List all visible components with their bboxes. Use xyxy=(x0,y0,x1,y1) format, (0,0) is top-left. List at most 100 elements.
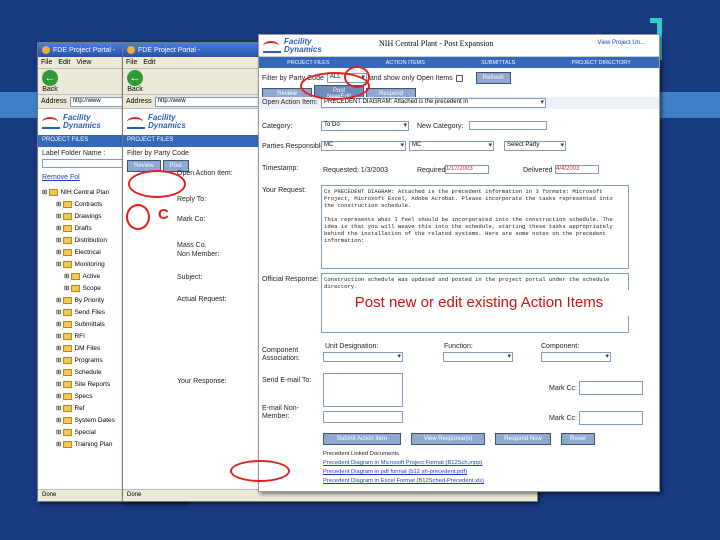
expand-icon[interactable]: ⊞ xyxy=(56,380,61,388)
linked-documents-label: Precedent Linked Documents xyxy=(323,451,400,457)
menu-edit[interactable]: Edit xyxy=(143,59,155,66)
expand-icon[interactable]: ⊞ xyxy=(56,368,61,376)
page-title: NIH Central Plant - Post Expansion xyxy=(379,39,494,48)
folder-icon xyxy=(63,320,73,328)
expand-icon[interactable]: ⊞ xyxy=(56,308,61,316)
open-item-label: Open Action Item: xyxy=(262,99,318,106)
tree-item-label: Drawings xyxy=(74,212,102,220)
component-association-label: Component Association: xyxy=(262,347,300,362)
nav-project-directory[interactable]: PROJECT DIRECTORY xyxy=(572,60,631,66)
back-button[interactable]: ← Back xyxy=(42,70,58,93)
logo-text-2: Dynamics xyxy=(63,121,101,130)
delivered-label: Delivered xyxy=(523,167,553,174)
component-label: Component: xyxy=(541,343,580,350)
link-pdf-format[interactable]: Precedent Diagram in pdf format (b12 sh-… xyxy=(323,469,643,478)
request-textarea[interactable]: Cx PRECEDENT DIAGRAM: Attached is the pr… xyxy=(321,185,629,269)
action-buttons: Submit Action Item View Response(s) Resp… xyxy=(323,433,595,445)
open-items-checkbox[interactable] xyxy=(455,74,463,82)
expand-icon[interactable]: ⊞ xyxy=(56,356,61,364)
back-label: Back xyxy=(127,86,143,93)
expand-icon[interactable]: ⊞ xyxy=(56,392,61,400)
expand-icon[interactable]: ⊞ xyxy=(56,320,61,328)
expand-icon[interactable]: ⊞ xyxy=(42,188,47,196)
window-title: FDE Project Portal - xyxy=(53,46,116,54)
tree-item-label: By Priority xyxy=(74,296,105,304)
submit-action-item-button[interactable]: Submit Action Item xyxy=(323,433,401,445)
component-select[interactable] xyxy=(541,352,611,362)
tree-item-label: Training Plan xyxy=(74,440,113,448)
tree-item-label: Active xyxy=(82,272,101,280)
mark-cc-input[interactable] xyxy=(579,381,643,395)
refresh-button[interactable]: Refresh xyxy=(475,72,511,84)
folder-icon xyxy=(49,188,59,196)
expand-icon[interactable]: ⊞ xyxy=(56,296,61,304)
view-responses-button[interactable]: View Response(s) xyxy=(411,433,485,445)
folder-icon xyxy=(63,224,73,232)
function-label: Function: xyxy=(444,343,473,350)
request-label: Your Request: xyxy=(262,187,307,194)
form-label: Actual Request: xyxy=(177,296,227,303)
view-project-link[interactable]: View Project Un... xyxy=(597,40,645,46)
expand-icon[interactable]: ⊞ xyxy=(56,248,61,256)
expand-icon[interactable]: ⊞ xyxy=(56,416,61,424)
mark-cc2-input[interactable] xyxy=(579,411,643,425)
folder-icon xyxy=(63,344,73,352)
menu-edit[interactable]: Edit xyxy=(58,59,70,66)
browser-window-3[interactable]: Facility Dynamics NIH Central Plant - Pos… xyxy=(258,34,660,492)
highlight-circle-bottom xyxy=(230,460,290,482)
menu-file[interactable]: File xyxy=(126,59,137,66)
address-label: Address xyxy=(126,98,152,105)
expand-icon[interactable]: ⊞ xyxy=(64,284,69,292)
delivered-date-input[interactable]: 4/4/2003 xyxy=(555,165,599,174)
party-select-3[interactable]: Select Party xyxy=(504,141,566,151)
nav-submittals[interactable]: SUBMITTALS xyxy=(481,60,515,66)
category-select[interactable]: To Do xyxy=(321,121,409,131)
link-excel-format[interactable]: Precedent Diagram in Excel Format (B12Sc… xyxy=(323,478,643,487)
menu-file[interactable]: File xyxy=(41,59,52,66)
required-label: Required xyxy=(417,167,446,174)
email-recipients-list[interactable] xyxy=(323,373,403,407)
party-select-2[interactable]: MC xyxy=(409,141,494,151)
expand-icon[interactable]: ⊞ xyxy=(56,332,61,340)
mark-cc-label: Mark Cc: xyxy=(549,385,577,392)
logo-swoosh-icon xyxy=(263,39,281,53)
email-non-member-input[interactable] xyxy=(323,411,403,423)
expand-icon[interactable]: ⊞ xyxy=(56,440,61,448)
logo-text-2: Dynamics xyxy=(284,44,322,54)
expand-icon[interactable]: ⊞ xyxy=(56,200,61,208)
reset-button[interactable]: Reset xyxy=(561,433,595,445)
open-items-label: and show only Open Items xyxy=(369,74,453,82)
back-button[interactable]: ← Back xyxy=(127,70,143,93)
unit-select[interactable] xyxy=(323,352,403,362)
new-category-input[interactable] xyxy=(469,121,547,130)
form-label: Open Action Item: xyxy=(177,170,233,177)
open-item-select[interactable]: PRECEDENT DIAGRAM: Attached is the prece… xyxy=(321,98,546,108)
expand-icon[interactable]: ⊞ xyxy=(56,236,61,244)
filter-row: Filter by Party Code ALL and show only O… xyxy=(262,72,511,84)
expand-icon[interactable]: ⊞ xyxy=(56,212,61,220)
send-email-label: Send E-mail To: xyxy=(262,377,312,384)
expand-icon[interactable]: ⊞ xyxy=(64,272,69,280)
required-date-input[interactable]: 1/17/2003 xyxy=(445,165,489,174)
logo-text-2: Dynamics xyxy=(148,121,186,130)
expand-icon[interactable]: ⊞ xyxy=(56,260,61,268)
logo-swoosh-icon xyxy=(42,115,60,129)
expand-icon[interactable]: ⊞ xyxy=(56,344,61,352)
highlight-circle-filter xyxy=(128,170,186,198)
back-label: Back xyxy=(42,86,58,93)
tree-item-label: System Dates xyxy=(74,416,115,424)
respond-now-button[interactable]: Respond Now xyxy=(495,433,551,445)
menu-view[interactable]: View xyxy=(76,59,91,66)
link-project-format[interactable]: Precedent Diagram in Microsoft Project F… xyxy=(323,460,643,469)
expand-icon[interactable]: ⊞ xyxy=(56,428,61,436)
expand-icon[interactable]: ⊞ xyxy=(56,224,61,232)
timestamp-label: Timestamp: xyxy=(262,165,299,172)
header: Facility Dynamics NIH Central Plant - Pos… xyxy=(259,35,659,57)
folder-icon xyxy=(63,296,73,304)
tree-item-label: DM Files xyxy=(74,344,101,352)
nav-action-items[interactable]: ACTION ITEMS xyxy=(386,60,425,66)
function-select[interactable] xyxy=(443,352,513,362)
party-select-1[interactable]: MC xyxy=(321,141,406,151)
nav-project-files[interactable]: PROJECT FILES xyxy=(287,60,329,66)
expand-icon[interactable]: ⊞ xyxy=(56,404,61,412)
